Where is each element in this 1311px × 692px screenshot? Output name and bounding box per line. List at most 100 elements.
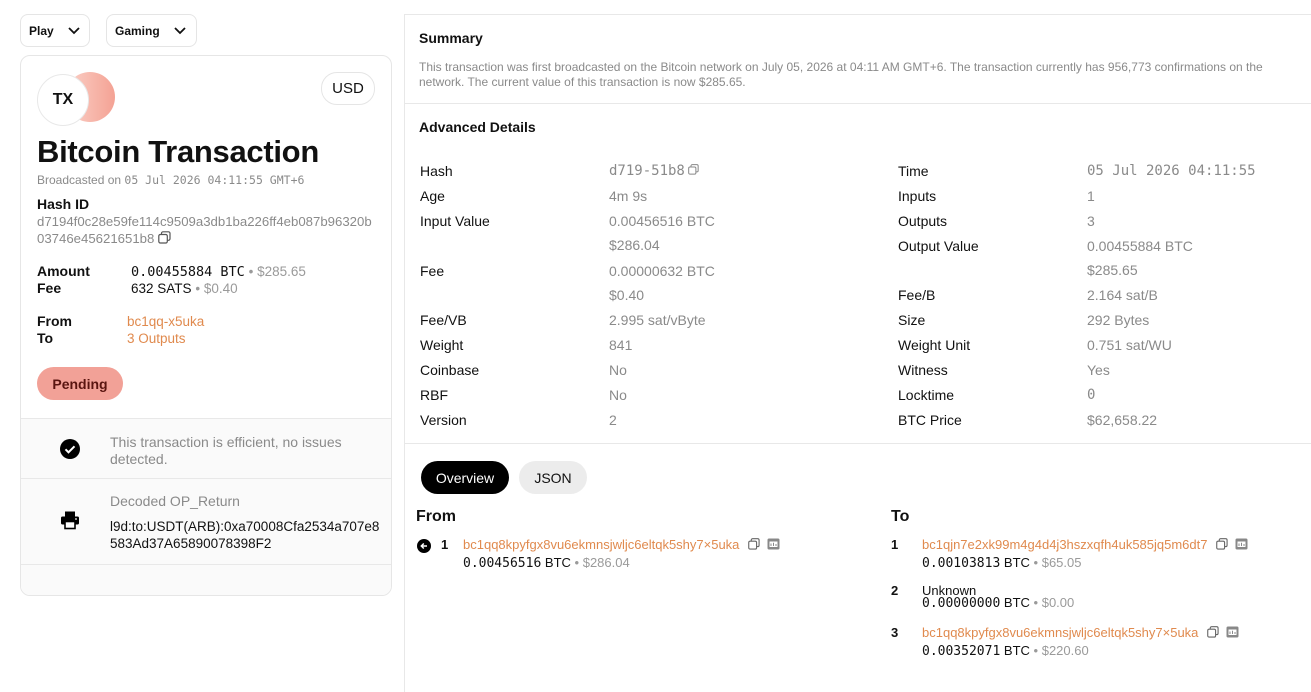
copy-icon[interactable]: [1216, 538, 1228, 553]
input-address-link[interactable]: bc1qq8kpyfgx8vu6ekmnsjwljc6eltqk5shy7×5u…: [463, 537, 739, 552]
to-label: To: [37, 330, 54, 346]
detail-label: Input Value: [420, 213, 490, 229]
chevron-down-icon: [68, 25, 80, 37]
output-amount: 0.00000000 BTC • $0.00: [922, 595, 1074, 611]
arrow-left-circle-icon: [417, 539, 431, 553]
output-index: 1: [891, 537, 899, 552]
copy-icon[interactable]: [158, 231, 171, 248]
op-return-section: Decoded OP_Return l9d:to:USDT(ARB):0xa70…: [21, 478, 391, 564]
bullet: •: [574, 555, 580, 570]
detail-label: Inputs: [898, 188, 937, 204]
detail-value: 3: [1087, 213, 1095, 229]
output-btc: 0.00352071: [922, 644, 1001, 659]
printer-icon: [59, 509, 81, 531]
op-return-value: l9d:to:USDT(ARB):0xa70008Cfa2534a707e858…: [110, 519, 380, 551]
detail-label: Witness: [898, 362, 948, 378]
output-unit: BTC: [1003, 595, 1030, 610]
tab-overview[interactable]: Overview: [421, 461, 509, 494]
amount-usd: $285.65: [257, 264, 306, 279]
card-footer-section: [21, 564, 391, 595]
play-dropdown[interactable]: Play: [20, 14, 90, 47]
detail-label: RBF: [420, 387, 448, 403]
copy-icon[interactable]: [748, 538, 760, 553]
summary-text: This transaction was first broadcasted o…: [419, 60, 1311, 90]
gaming-dropdown[interactable]: Gaming: [106, 14, 197, 47]
detail-hash-value: d719-51b8: [609, 163, 699, 179]
detail-value-usd: $286.04: [609, 237, 660, 253]
broadcast-prefix: Broadcasted on: [37, 173, 122, 187]
from-title: From: [416, 508, 456, 525]
explorer-icon[interactable]: [1226, 626, 1239, 641]
copy-icon[interactable]: [1207, 626, 1219, 641]
input-index: 1: [441, 537, 449, 552]
gaming-dropdown-label: Gaming: [115, 23, 160, 38]
bullet: •: [195, 281, 201, 296]
detail-value: Yes: [1087, 362, 1110, 378]
efficiency-text: This transaction is efficient, no issues…: [110, 434, 342, 468]
details-panel: Summary This transaction was first broad…: [404, 14, 1311, 692]
output-index: 2: [891, 583, 899, 598]
detail-label: Coinbase: [420, 362, 480, 378]
detail-value: 1: [1087, 188, 1095, 204]
detail-label: Version: [420, 412, 467, 428]
fee-label: Fee: [37, 280, 62, 296]
detail-value: 05 Jul 2026 04:11:55: [1087, 163, 1256, 179]
output-address-link[interactable]: bc1qq8kpyfgx8vu6ekmnsjwljc6eltqk5shy7×5u…: [922, 625, 1198, 640]
amount-value: 0.00455884 BTC • $285.65: [131, 264, 306, 280]
detail-label: BTC Price: [898, 412, 962, 428]
efficiency-section: This transaction is efficient, no issues…: [21, 418, 391, 478]
detail-label: Hash: [420, 163, 453, 179]
bullet: •: [1033, 555, 1039, 570]
hash-id-text: d7194f0c28e59fe114c9509a3db1ba226ff4eb08…: [37, 214, 372, 246]
summary-text-line1: This transaction was first broadcasted o…: [419, 60, 1263, 74]
detail-value: 0.00455884 BTC: [1087, 238, 1193, 254]
detail-value: $62,658.22: [1087, 412, 1158, 428]
output-amount: 0.00352071 BTC • $220.60: [922, 643, 1089, 659]
broadcast-date: 05 Jul 2026 04:11:55 GMT+6: [124, 173, 305, 187]
detail-label: Fee/VB: [420, 312, 467, 328]
from-link[interactable]: bc1qq-x5uka: [127, 314, 204, 329]
detail-label: Fee: [420, 263, 445, 279]
output-address-link[interactable]: bc1qjn7e2xk99m4g4d4j3hszxqfh4uk585jq5m6d…: [922, 537, 1208, 552]
fee-sats: 632 SATS: [131, 281, 192, 296]
detail-value: 0.751 sat/WU: [1087, 337, 1172, 353]
detail-label: Locktime: [898, 387, 955, 403]
detail-label: Weight Unit: [898, 337, 971, 353]
from-label: From: [37, 313, 72, 329]
logo-text: TX: [52, 91, 74, 108]
detail-value: No: [609, 362, 627, 378]
output-unit: BTC: [1003, 555, 1030, 570]
output-unit: BTC: [1003, 643, 1030, 658]
check-circle-icon: [59, 438, 81, 460]
detail-label: Outputs: [898, 213, 948, 229]
bullet: •: [1033, 595, 1039, 610]
output-address: bc1qq8kpyfgx8vu6ekmnsjwljc6eltqk5shy7×5u…: [922, 625, 1239, 641]
detail-label: Fee/B: [898, 287, 936, 303]
efficiency-text-line1: This transaction is efficient, no issues: [110, 434, 342, 450]
detail-label: Weight: [420, 337, 464, 353]
bullet: •: [1033, 643, 1039, 658]
fee-usd: $0.40: [203, 281, 238, 296]
copy-icon[interactable]: [688, 163, 699, 179]
detail-value: 841: [609, 337, 633, 353]
detail-value: No: [609, 387, 627, 403]
explorer-icon[interactable]: [1235, 538, 1248, 553]
detail-value: 0.00456516 BTC: [609, 213, 715, 229]
summary-title: Summary: [419, 30, 483, 46]
input-address: bc1qq8kpyfgx8vu6ekmnsjwljc6eltqk5shy7×5u…: [463, 537, 780, 553]
currency-button[interactable]: USD: [321, 72, 375, 105]
detail-label: Time: [898, 163, 929, 179]
detail-value: 4m 9s: [609, 188, 648, 204]
to-link[interactable]: 3 Outputs: [127, 331, 186, 346]
explorer-icon[interactable]: [767, 538, 780, 553]
hash-id-label: Hash ID: [37, 196, 90, 212]
to-title: To: [891, 508, 910, 525]
bullet: •: [248, 264, 254, 279]
amount-btc: 0.00455884 BTC: [131, 264, 245, 280]
amount-label: Amount: [37, 263, 90, 279]
output-btc: 0.00000000: [922, 596, 1001, 611]
divider: [405, 443, 1311, 444]
tab-json[interactable]: JSON: [519, 461, 587, 494]
output-btc: 0.00103813: [922, 556, 1001, 571]
summary-text-line2: network. The current value of this trans…: [419, 75, 746, 89]
